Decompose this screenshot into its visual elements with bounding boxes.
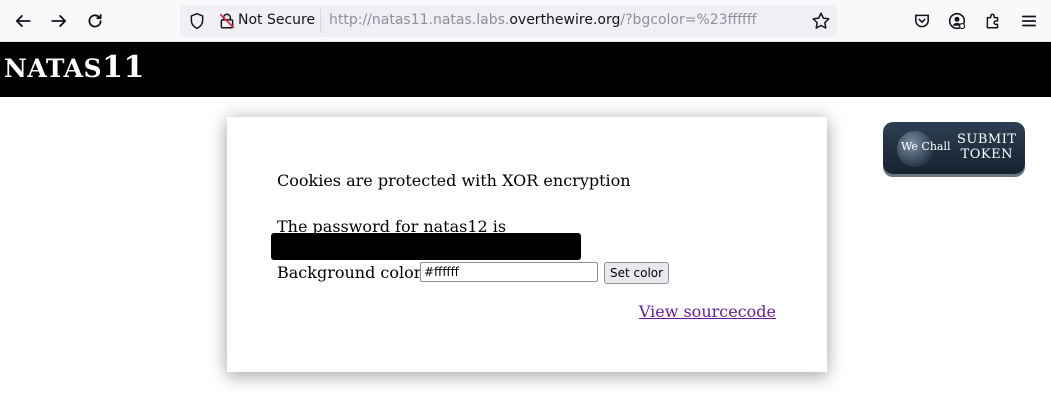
set-color-button[interactable]: Set color [604,262,670,284]
bgcolor-input[interactable] [420,262,598,282]
title-prefix: NATAS [4,54,103,83]
shield-icon[interactable] [188,12,206,30]
title-number: 11 [102,50,145,85]
submit-label: SUBMIT [957,132,1017,147]
wechall-submit-token-button[interactable]: We Chall SUBMIT TOKEN [883,122,1025,174]
broken-lock-icon[interactable] [218,12,236,30]
browser-toolbar: Not Secure http://natas11.natas.labs.ove… [0,0,1051,42]
site-header: NATAS11 [0,42,1051,97]
account-icon[interactable] [942,6,972,36]
xor-message: Cookies are protected with XOR encryptio… [277,171,631,190]
not-secure-label[interactable]: Not Secure [238,12,315,28]
content-card: Cookies are protected with XOR encryptio… [227,117,827,372]
forward-icon[interactable] [44,6,74,36]
url-host: overthewire.org [509,12,621,28]
token-label: TOKEN [960,147,1013,162]
redacted-password [271,233,581,260]
url-suffix: /?bgcolor=%23ffffff [620,12,757,28]
url-prefix: http://natas11.natas.labs. [329,12,510,28]
reload-icon[interactable] [80,6,110,36]
view-sourcecode-link[interactable]: View sourcecode [639,302,776,321]
url-text[interactable]: http://natas11.natas.labs.overthewire.or… [329,12,757,28]
page-title: NATAS11 [4,50,145,85]
wechall-logo-text: We Chall [901,140,951,153]
menu-icon[interactable] [1014,6,1044,36]
address-bar[interactable]: Not Secure http://natas11.natas.labs.ove… [180,5,837,37]
extensions-icon[interactable] [978,6,1008,36]
url-separator [320,9,321,33]
bgcolor-label: Background color: [277,263,427,282]
submit-token-label: SUBMIT TOKEN [957,132,1017,162]
star-icon[interactable] [811,11,831,31]
pocket-icon[interactable] [907,6,937,36]
back-icon[interactable] [8,6,38,36]
